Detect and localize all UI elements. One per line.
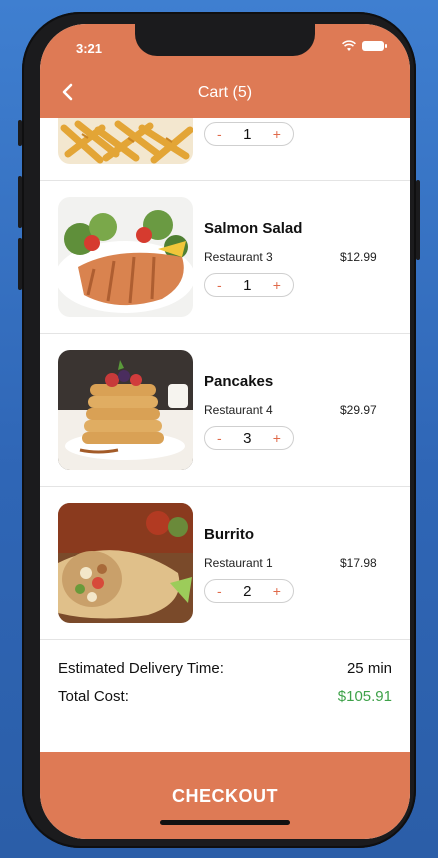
decrease-button[interactable]: - [217, 277, 222, 293]
food-image-burrito [58, 503, 193, 623]
mute-switch [18, 120, 22, 146]
decrease-button[interactable]: - [217, 430, 222, 446]
item-name: Salmon Salad [204, 220, 303, 237]
item-restaurant: Restaurant 1 [204, 556, 273, 570]
food-image-salmon-salad [58, 197, 193, 317]
delivery-time-row: Estimated Delivery Time: 25 min [58, 660, 392, 677]
volume-down-button [18, 238, 22, 290]
cart-item: Pancakes Restaurant 4 $29.97 - 3 + [40, 334, 410, 487]
decrease-button[interactable]: - [217, 583, 222, 599]
order-summary: Estimated Delivery Time: 25 min Total Co… [40, 648, 410, 728]
food-image-pancakes [58, 350, 193, 470]
increase-button[interactable]: + [273, 430, 281, 446]
item-price: $17.98 [340, 556, 377, 570]
increase-button[interactable]: + [273, 583, 281, 599]
increase-button[interactable]: + [273, 126, 281, 142]
status-time: 3:21 [76, 41, 103, 56]
quantity-value: 1 [243, 125, 252, 143]
cart-item: Burrito Restaurant 1 $17.98 - 2 + [40, 487, 410, 640]
decrease-button[interactable]: - [217, 126, 222, 142]
increase-button[interactable]: + [273, 277, 281, 293]
cart-item: - 1 + [40, 58, 410, 181]
item-restaurant: Restaurant 3 [204, 250, 273, 264]
quantity-stepper: - 1 + [204, 273, 294, 297]
total-cost-row: Total Cost: $105.91 [58, 688, 392, 705]
item-price: $29.97 [340, 403, 377, 417]
cart-item: Salmon Salad Restaurant 3 $12.99 - 1 + [40, 181, 410, 334]
notch [135, 24, 315, 56]
total-cost-label: Total Cost: [58, 688, 129, 705]
quantity-value: 3 [243, 429, 252, 447]
wifi-icon [342, 40, 356, 51]
quantity-stepper: - 3 + [204, 426, 294, 450]
battery-icon [362, 41, 387, 51]
checkout-button[interactable]: CHECKOUT [40, 752, 410, 839]
phone-screen: 3:21 Cart (5) - 1 + Salmon Salad Restaur… [40, 24, 410, 839]
item-name: Burrito [204, 526, 254, 543]
item-price: $12.99 [340, 250, 377, 264]
total-cost-value: $105.91 [337, 688, 392, 705]
quantity-stepper: - 1 + [204, 122, 294, 146]
power-button [416, 180, 420, 260]
item-name: Pancakes [204, 373, 274, 390]
page-title: Cart (5) [197, 84, 253, 101]
volume-up-button [18, 176, 22, 228]
status-icons [342, 40, 387, 52]
quantity-stepper: - 2 + [204, 579, 294, 603]
item-restaurant: Restaurant 4 [204, 403, 273, 417]
delivery-time-value: 25 min [346, 660, 392, 677]
home-indicator[interactable] [160, 820, 290, 825]
delivery-time-label: Estimated Delivery Time: [58, 660, 224, 677]
quantity-value: 2 [243, 582, 252, 600]
cart-list: - 1 + Salmon Salad Restaurant 3 $12.99 -… [40, 58, 410, 640]
quantity-value: 1 [243, 276, 252, 294]
